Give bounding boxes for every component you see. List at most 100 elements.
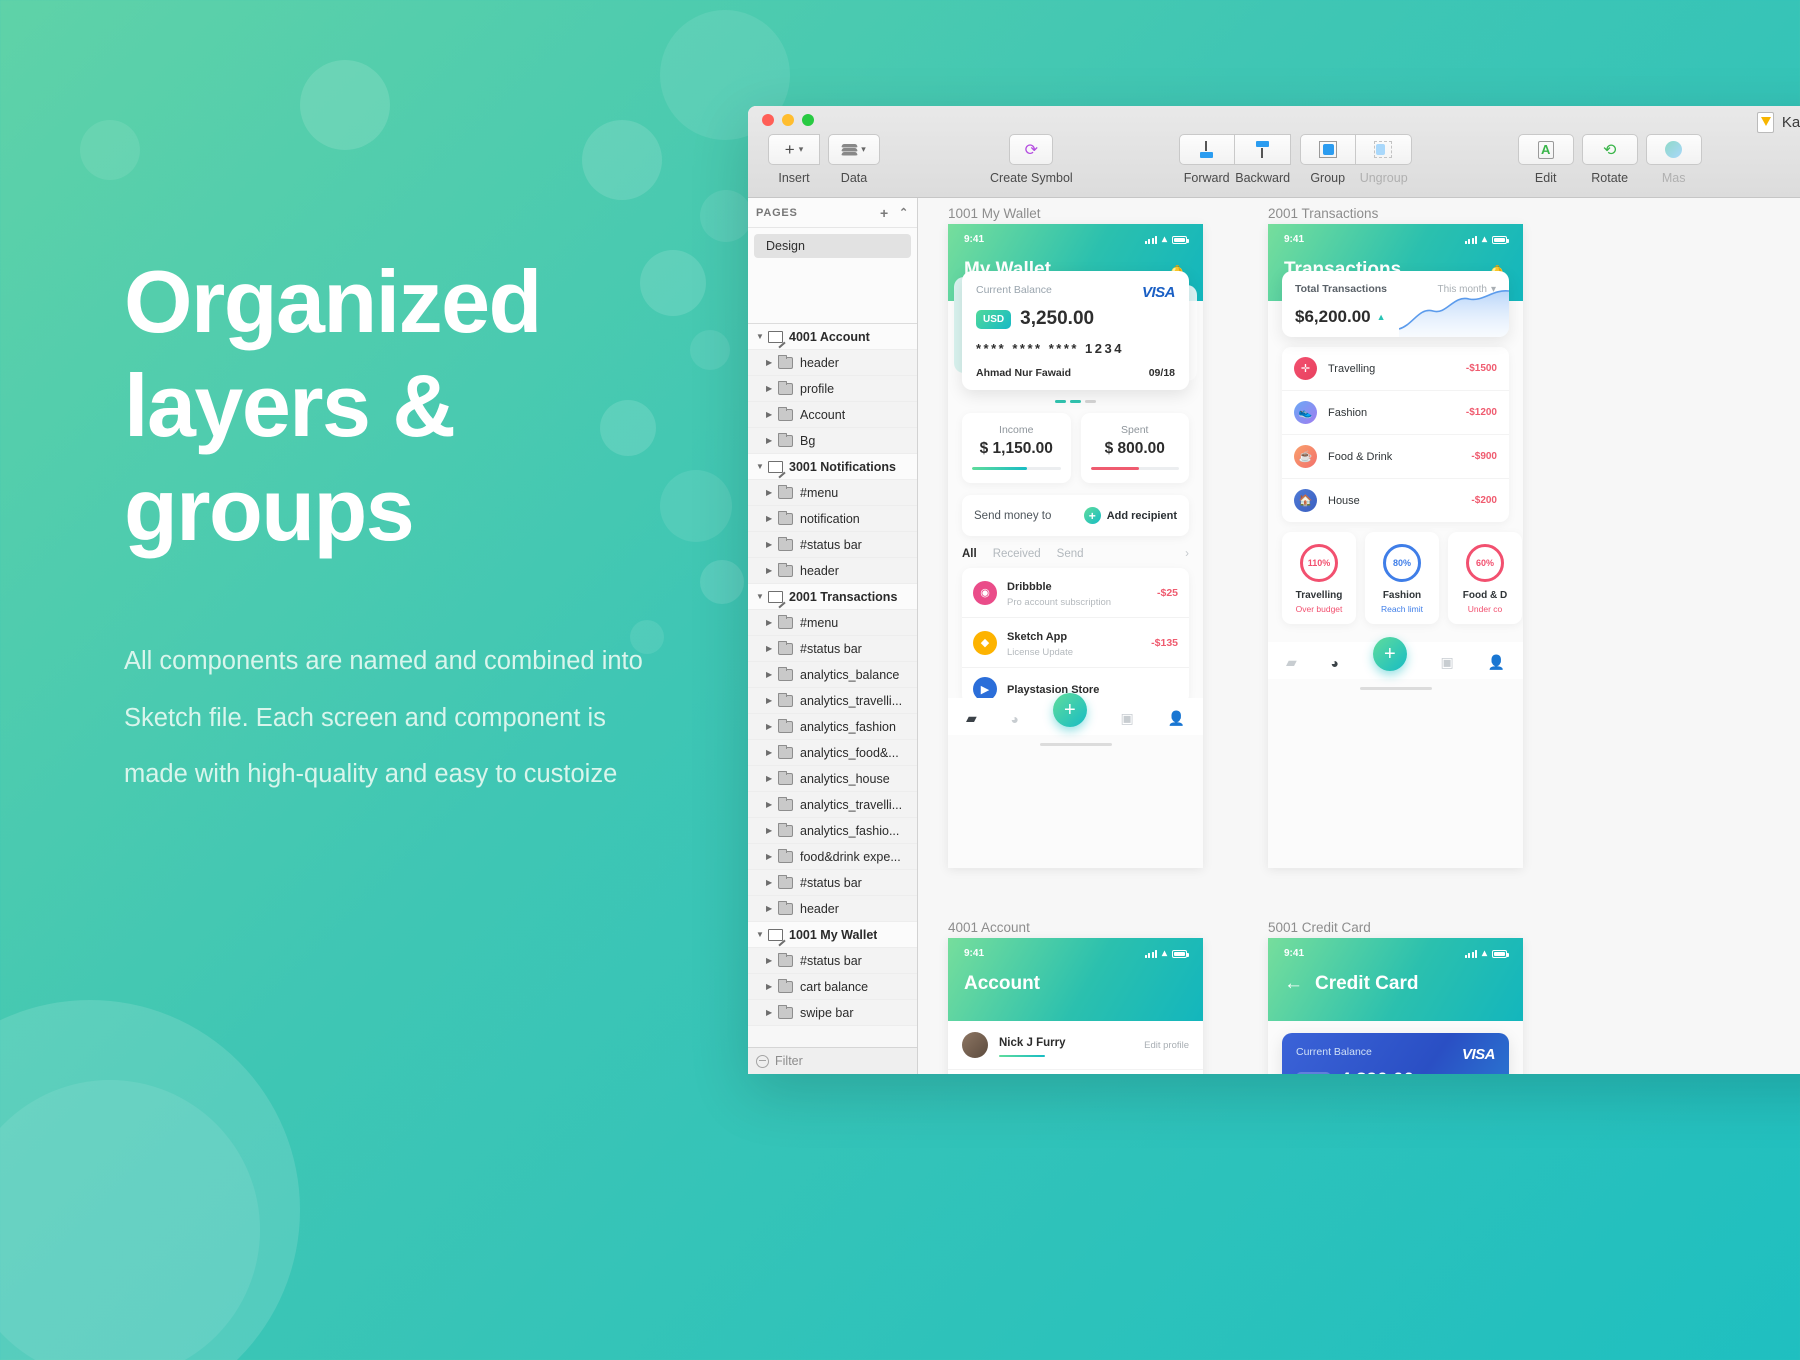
move-backward-button[interactable] [1234,134,1291,165]
layer-row[interactable]: ▶ analytics_travelli... [748,688,917,714]
layer-artboard-row[interactable]: ▼ 4001 Account [748,324,917,350]
chevron-right-icon[interactable]: ▶ [766,384,778,393]
group-button[interactable] [1299,134,1356,165]
chevron-right-icon[interactable]: ▶ [766,774,778,783]
budget-card[interactable]: 80% Fashion Reach limit [1365,532,1439,624]
layer-tree[interactable]: ▼ 4001 Account ▶ header ▶ profile ▶ Account ▶ Bg ▼… [748,324,917,1047]
layer-row[interactable]: ▶ analytics_travelli... [748,792,917,818]
layer-artboard-row[interactable]: ▼ 1001 My Wallet [748,922,917,948]
chevron-right-icon[interactable]: ▶ [766,514,778,523]
artboard-transactions[interactable]: 9:41 ▴ Transactions 🔔 Total Transactions… [1268,224,1523,868]
profile-icon[interactable]: 👤 [1168,710,1185,727]
edit-button[interactable]: A [1517,134,1574,165]
chevron-down-icon[interactable]: ▼ [756,592,768,601]
layer-row[interactable]: ▶ #status bar [748,870,917,896]
balance-card[interactable]: Current Balance VISA USD 3,250.00 **** *… [962,271,1189,390]
vault-icon[interactable]: ▣ [1441,654,1454,671]
chevron-right-icon[interactable]: ▶ [766,540,778,549]
zoom-window-button[interactable] [802,114,814,126]
budget-card[interactable]: 60% Food & D Under co [1448,532,1522,624]
layer-row[interactable]: ▶ notification [748,506,917,532]
chart-icon[interactable]: ◕ [1011,711,1019,727]
edit-profile-link[interactable]: Edit profile [1144,1040,1189,1051]
chevron-right-icon[interactable]: ▶ [766,878,778,887]
chevron-right-icon[interactable]: › [1185,548,1189,560]
collapse-pages-icon[interactable]: ⌃ [899,206,909,219]
layer-row[interactable]: ▶ cart balance [748,974,917,1000]
layer-artboard-row[interactable]: ▼ 2001 Transactions [748,584,917,610]
ungroup-button[interactable] [1355,134,1412,165]
chevron-right-icon[interactable]: ▶ [766,644,778,653]
category-row[interactable]: 🏠 House -$200 [1282,479,1509,522]
vault-icon[interactable]: ▣ [1121,710,1134,727]
layer-row[interactable]: ▶ #status bar [748,532,917,558]
transaction-row[interactable]: ◉ Dribbble Pro account subscription -$25 [962,568,1189,618]
layer-row[interactable]: ▶ #menu [748,610,917,636]
rotate-button[interactable]: ⟲ [1581,134,1638,165]
chevron-right-icon[interactable]: ▶ [766,956,778,965]
chevron-right-icon[interactable]: ▶ [766,358,778,367]
category-row[interactable]: ✛ Travelling -$1500 [1282,347,1509,391]
layer-row[interactable]: ▶ #status bar [748,636,917,662]
layer-row[interactable]: ▶ swipe bar [748,1000,917,1026]
chevron-down-icon[interactable]: ▼ [756,332,768,341]
add-icon[interactable]: + [1052,692,1087,727]
category-row[interactable]: 👟 Fashion -$1200 [1282,391,1509,435]
create-symbol-button[interactable]: ⟳ [1009,134,1054,165]
layer-row[interactable]: ▶ #menu [748,480,917,506]
chevron-right-icon[interactable]: ▶ [766,488,778,497]
wallet-icon[interactable]: ▰ [1286,654,1297,671]
move-forward-button[interactable] [1178,134,1235,165]
artboard-account[interactable]: 9:41 ▴ Account Nick J Furry Edit profile [948,938,1203,1074]
chevron-right-icon[interactable]: ▶ [766,670,778,679]
chevron-right-icon[interactable]: ▶ [766,566,778,575]
layer-row[interactable]: ▶ #status bar [748,948,917,974]
budget-card[interactable]: 110% Travelling Over budget [1282,532,1356,624]
add-page-button[interactable]: + [880,205,889,221]
account-row-credit-card[interactable]: VISA Credit card 4 Cards linked [948,1070,1203,1074]
tab-send[interactable]: Send [1057,548,1084,560]
bottom-navigation[interactable]: ▰ ◕ + ▣ 👤 [1268,636,1523,679]
chart-icon[interactable]: ◕ [1331,655,1339,671]
tab-all[interactable]: All [962,548,977,560]
layer-row[interactable]: ▶ food&drink expe... [748,844,917,870]
layer-row[interactable]: ▶ profile [748,376,917,402]
layer-row[interactable]: ▶ Account [748,402,917,428]
canvas[interactable]: 1001 My Wallet 9:41 ▴ My Wallet 🔔 [918,198,1800,1074]
credit-card[interactable]: Current Balance VISA USD 4,890.00 **** *… [1282,1033,1509,1074]
chevron-right-icon[interactable]: ▶ [766,722,778,731]
minimize-window-button[interactable] [782,114,794,126]
layer-row[interactable]: ▶ analytics_house [748,766,917,792]
window-controls[interactable] [762,114,814,126]
chevron-right-icon[interactable]: ▶ [766,800,778,809]
add-icon[interactable]: + [1372,636,1407,671]
chevron-right-icon[interactable]: ▶ [766,826,778,835]
artboard-my-wallet[interactable]: 9:41 ▴ My Wallet 🔔 Current Balance VI [948,224,1203,868]
transaction-row[interactable]: ◆ Sketch App License Update -$135 [962,618,1189,668]
transaction-filter-tabs[interactable]: All Received Send › [962,548,1189,560]
layer-row[interactable]: ▶ header [748,350,917,376]
layer-artboard-row[interactable]: ▼ 3001 Notifications [748,454,917,480]
chevron-right-icon[interactable]: ▶ [766,1008,778,1017]
chevron-down-icon[interactable]: ▼ [756,930,768,939]
account-row-profile[interactable]: Nick J Furry Edit profile [948,1021,1203,1070]
chevron-right-icon[interactable]: ▶ [766,904,778,913]
layer-filter[interactable]: Filter [748,1047,917,1074]
transaction-list[interactable]: ◉ Dribbble Pro account subscription -$25… [962,568,1189,704]
mask-button[interactable] [1645,134,1702,165]
layer-row[interactable]: ▶ analytics_fashion [748,714,917,740]
chevron-right-icon[interactable]: ▶ [766,852,778,861]
chevron-right-icon[interactable]: ▶ [766,410,778,419]
back-arrow-icon[interactable]: ← [1284,973,1303,995]
chevron-right-icon[interactable]: ▶ [766,748,778,757]
close-window-button[interactable] [762,114,774,126]
category-row[interactable]: ☕ Food & Drink -$900 [1282,435,1509,479]
tab-received[interactable]: Received [993,548,1041,560]
add-recipient-button[interactable]: + Add recipient [1083,507,1177,524]
send-money-row[interactable]: Send money to + Add recipient [962,495,1189,536]
insert-button[interactable]: + ▾ [768,134,820,165]
chevron-right-icon[interactable]: ▶ [766,696,778,705]
chevron-right-icon[interactable]: ▶ [766,618,778,627]
layer-row[interactable]: ▶ analytics_food&... [748,740,917,766]
chevron-right-icon[interactable]: ▶ [766,982,778,991]
